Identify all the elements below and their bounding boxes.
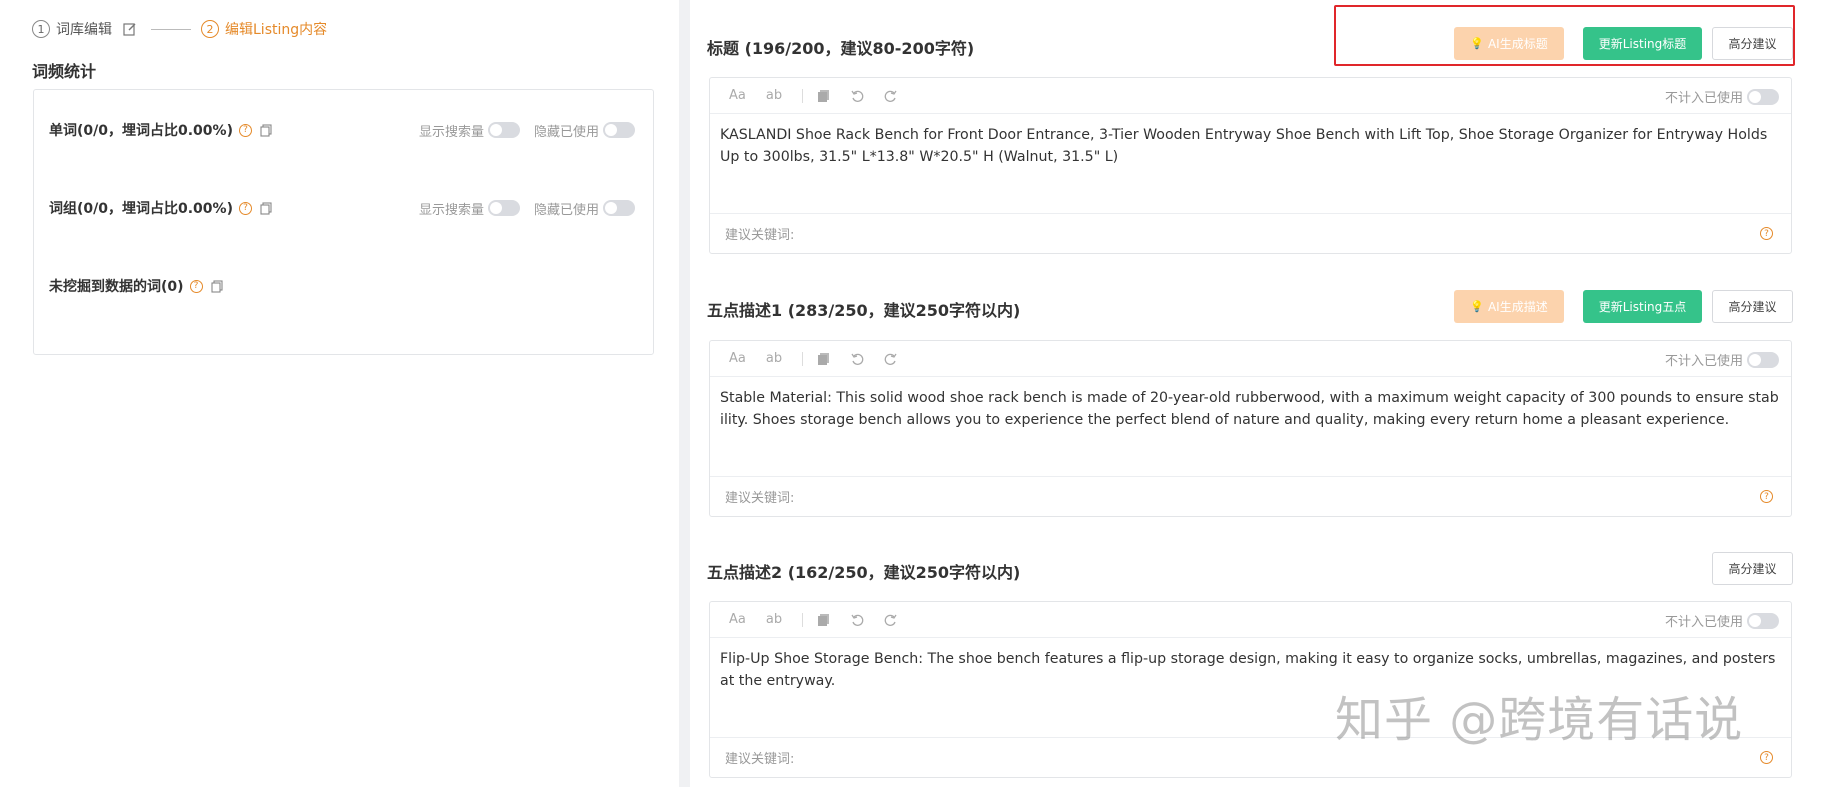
word-frequency-title: 词频统计 [32,62,97,81]
step-1-label[interactable]: 词库编辑 [56,19,112,39]
lowercase-button[interactable]: ab [766,612,782,627]
stat-row-phrases-toggles: 显示搜索量 隐藏已使用 [419,199,635,218]
undo-icon[interactable] [850,89,864,103]
right-panel: 标题 (196/200，建议80-200字符) 💡 AI生成标题 更新Listi… [690,0,1826,787]
step-2-label[interactable]: 编辑Listing内容 [225,19,327,39]
high-score-suggestion-button[interactable]: 高分建议 [1712,552,1793,585]
redo-icon[interactable] [884,352,898,366]
lightbulb-icon: 💡 [1470,300,1484,313]
exclude-used-group: 不计入已使用 [1665,350,1779,369]
help-icon[interactable]: ? [189,279,203,293]
exclude-used-group: 不计入已使用 [1665,87,1779,106]
step-2-number[interactable]: 2 [201,20,219,38]
hide-used-toggle[interactable] [603,122,635,138]
exclude-used-toggle[interactable] [1747,88,1779,105]
lowercase-button[interactable]: ab [766,88,782,103]
high-score-suggestion-button[interactable]: 高分建议 [1712,290,1793,323]
help-icon[interactable]: ? [1760,751,1773,764]
exclude-used-group: 不计入已使用 [1665,611,1779,630]
hide-used-label: 隐藏已使用 [533,124,599,140]
exclude-used-label: 不计入已使用 [1664,91,1743,106]
left-panel: 1 词库编辑 2 编辑Listing内容 词频统计 单词(0/0，埋词占比0.0… [0,0,679,787]
suggested-keywords-label: 建议关键词: [725,752,795,767]
help-icon[interactable]: ? [1760,227,1773,240]
title-field-heading: 标题 (196/200，建议80-200字符) [707,39,975,58]
help-icon[interactable]: ? [238,201,252,215]
hide-used-group: 隐藏已使用 [534,199,635,218]
update-listing-title-button[interactable]: 更新Listing标题 [1583,27,1702,60]
word-frequency-panel: 单词(0/0，埋词占比0.00%) ? 显示搜索量 隐藏已使用 词组(0/0，埋… [33,89,654,355]
show-search-volume-toggle[interactable] [487,122,520,138]
hide-used-toggle[interactable] [603,200,635,216]
exclude-used-label: 不计入已使用 [1664,354,1743,369]
watermark: 知乎 @跨境有话说 [1335,692,1744,748]
stepper: 1 词库编辑 2 编辑Listing内容 [32,19,327,39]
font-case-button[interactable]: Aa [729,612,746,627]
title-text-area[interactable]: KASLANDI Shoe Rack Bench for Front Door … [710,114,1791,214]
stat-label-phrases: 词组(0/0，埋词占比0.00%) [49,201,233,217]
toolbar-divider [802,351,804,366]
bullet1-field-heading: 五点描述1 (283/250，建议250字符以内) [707,301,1021,320]
undo-icon[interactable] [850,613,864,627]
editor-toolbar: Aa ab 不计入已使用 [710,602,1791,638]
show-search-volume-toggle[interactable] [487,200,520,216]
edit-icon[interactable] [122,22,137,37]
paste-icon[interactable] [817,613,830,627]
stat-label-unmined: 未挖掘到数据的词(0) [49,279,184,295]
exclude-used-toggle[interactable] [1747,612,1779,629]
lowercase-button[interactable]: ab [766,351,782,366]
help-icon[interactable]: ? [238,123,252,137]
suggested-keywords-label: 建议关键词: [725,491,795,506]
editor-footer: 建议关键词: ? [710,214,1791,253]
paste-icon[interactable] [817,89,830,103]
stat-row-unmined: 未挖掘到数据的词(0) ? [49,275,635,297]
redo-icon[interactable] [884,613,898,627]
step-1-number[interactable]: 1 [32,20,50,38]
copy-icon[interactable] [260,123,272,137]
stat-row-words: 单词(0/0，埋词占比0.00%) ? 显示搜索量 隐藏已使用 [49,119,635,141]
bullet1-text-area[interactable]: Stable Material: This solid wood shoe ra… [710,377,1791,477]
copy-icon[interactable] [210,279,223,293]
title-editor: Aa ab 不计入已使用 KASLANDI Shoe Rack Bench fo… [709,77,1792,254]
bullet1-editor: Aa ab 不计入已使用 Stable Material: This solid… [709,340,1792,517]
show-search-volume-label: 显示搜索量 [418,124,484,140]
font-case-button[interactable]: Aa [729,351,746,366]
font-case-button[interactable]: Aa [729,88,746,103]
ai-generate-description-label: AI生成描述 [1487,300,1548,314]
toolbar-divider [802,612,804,627]
help-icon[interactable]: ? [1760,490,1773,503]
stat-label-words: 单词(0/0，埋词占比0.00%) [49,123,233,139]
editor-toolbar: Aa ab 不计入已使用 [710,78,1791,114]
show-search-volume-label: 显示搜索量 [418,202,484,218]
copy-icon[interactable] [260,201,272,215]
exclude-used-toggle[interactable] [1747,351,1779,368]
step-connector [151,28,191,30]
editor-toolbar: Aa ab 不计入已使用 [710,341,1791,377]
suggested-keywords-label: 建议关键词: [725,228,795,243]
lightbulb-icon: 💡 [1470,37,1484,50]
ai-generate-description-button[interactable]: 💡 AI生成描述 [1454,290,1564,323]
ai-generate-title-label: AI生成标题 [1487,37,1548,51]
high-score-suggestion-button[interactable]: 高分建议 [1712,27,1793,60]
stat-row-words-toggles: 显示搜索量 隐藏已使用 [419,121,635,140]
exclude-used-label: 不计入已使用 [1664,615,1743,630]
bullet2-field-heading: 五点描述2 (162/250，建议250字符以内) [707,563,1021,582]
update-listing-bullets-button[interactable]: 更新Listing五点 [1583,290,1702,323]
editor-footer: 建议关键词: ? [710,477,1791,516]
hide-used-label: 隐藏已使用 [533,202,599,218]
undo-icon[interactable] [850,352,864,366]
hide-used-group: 隐藏已使用 [534,121,635,140]
ai-generate-title-button[interactable]: 💡 AI生成标题 [1454,27,1564,60]
redo-icon[interactable] [884,89,898,103]
toolbar-divider [802,88,804,103]
stat-row-phrases: 词组(0/0，埋词占比0.00%) ? 显示搜索量 隐藏已使用 [49,197,635,219]
paste-icon[interactable] [817,352,830,366]
